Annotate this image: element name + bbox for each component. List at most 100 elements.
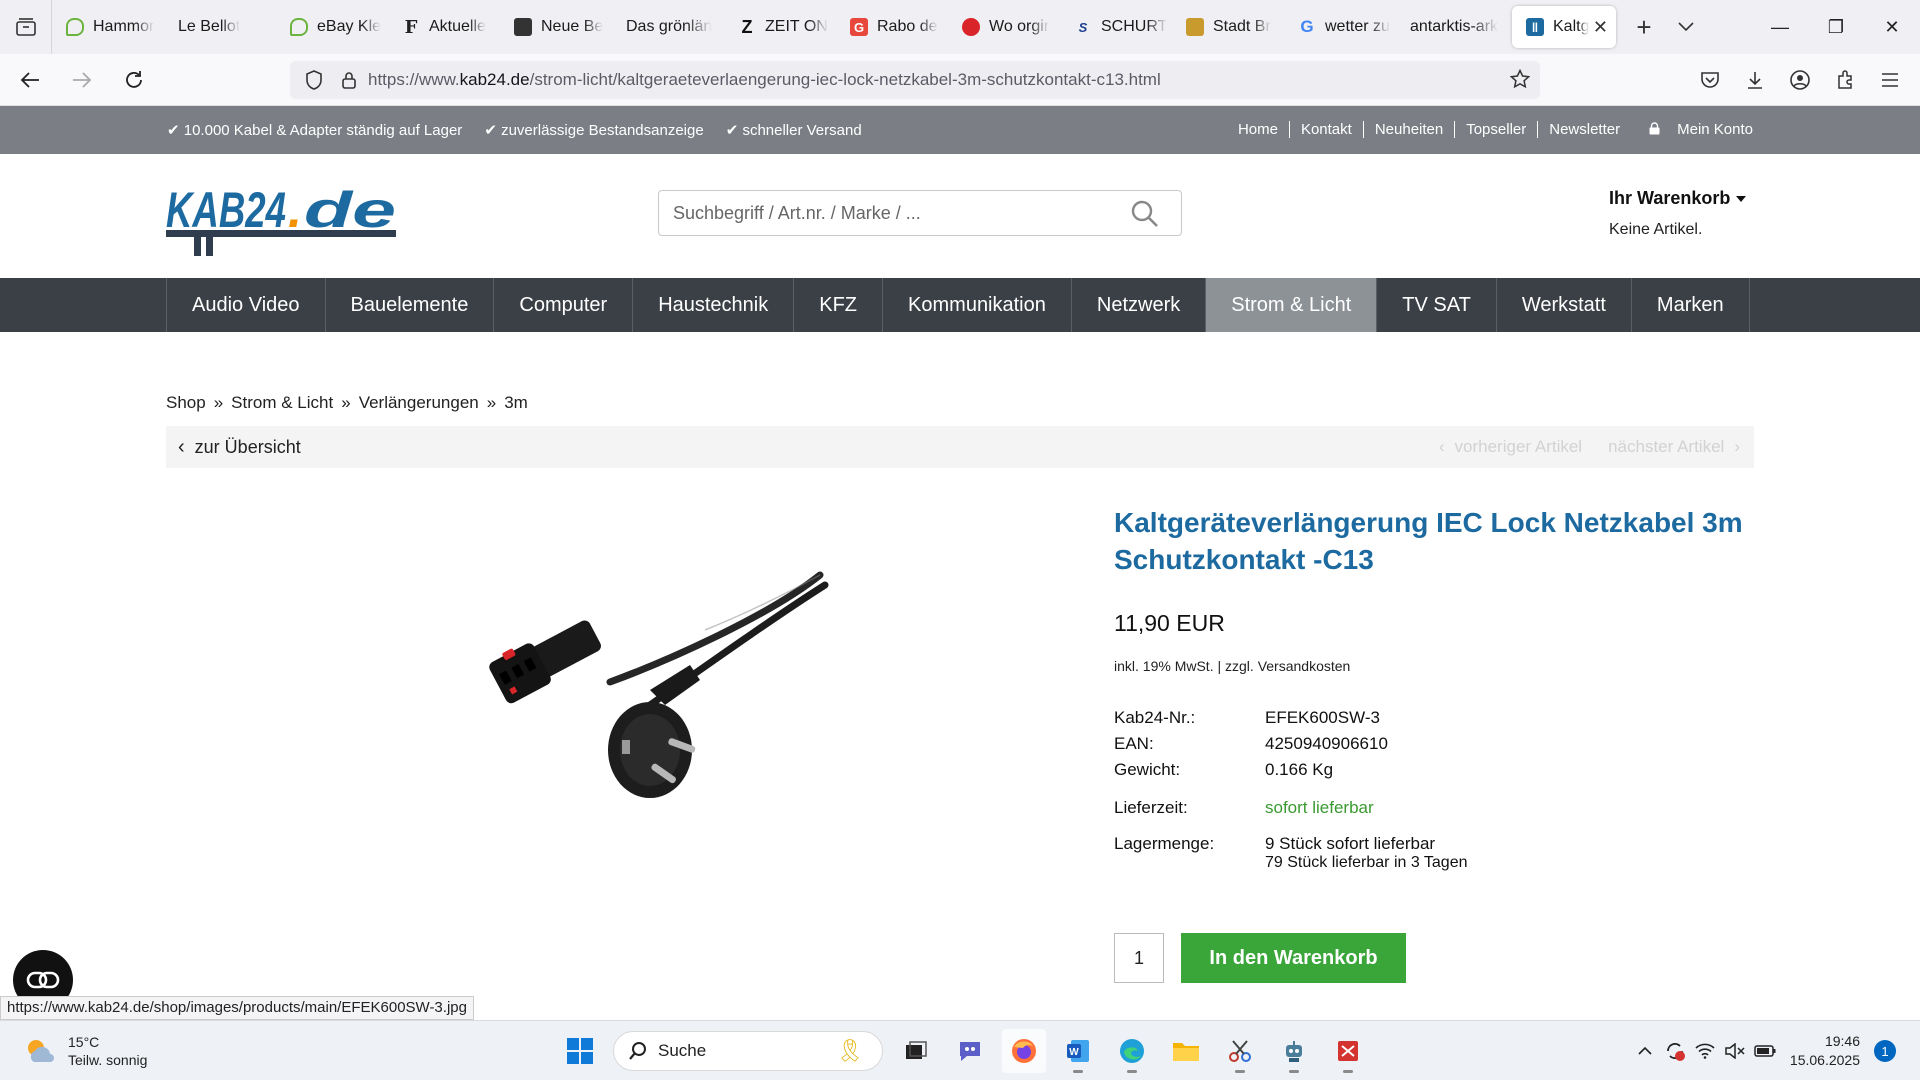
category-kommunikation[interactable]: Kommunikation	[883, 278, 1072, 332]
svg-text:.: .	[288, 182, 302, 238]
product-image[interactable]	[470, 570, 830, 810]
usp-item: zuverlässige Bestandsanzeige	[484, 121, 704, 139]
category-computer[interactable]: Computer	[494, 278, 634, 332]
back-arrow-icon[interactable]	[8, 60, 52, 100]
restore-icon[interactable]: ❐	[1808, 0, 1864, 54]
minimize-icon[interactable]: —	[1752, 0, 1808, 54]
kab24-logo[interactable]: KAB24 . de	[166, 180, 398, 260]
link-newsletter[interactable]: Newsletter	[1538, 121, 1631, 138]
cart-title[interactable]: Ihr Warenkorb	[1609, 188, 1747, 209]
robot-app-icon[interactable]	[1272, 1029, 1316, 1073]
breadcrumb-shop[interactable]: Shop	[166, 393, 206, 413]
tab-label: Neue Be	[541, 18, 604, 35]
clock-date: 15.06.2025	[1789, 1052, 1860, 1068]
breadcrumb-strom-licht[interactable]: Strom & Licht	[231, 393, 333, 413]
category-audio-video[interactable]: Audio Video	[167, 278, 326, 332]
lock-icon[interactable]	[334, 71, 364, 89]
reload-icon[interactable]	[112, 60, 156, 100]
mini-cart[interactable]: Ihr Warenkorb Keine Artikel.	[1609, 188, 1747, 239]
extensions-icon[interactable]	[1822, 60, 1867, 100]
menu-icon[interactable]	[1867, 60, 1912, 100]
weather-widget[interactable]: 15°C Teilw. sonnig	[24, 1033, 147, 1069]
search-icon[interactable]	[1131, 200, 1159, 233]
close-window-icon[interactable]: ✕	[1864, 0, 1920, 54]
tab-10[interactable]: Stadt Br	[1172, 6, 1284, 48]
category-strom-licht[interactable]: Strom & Licht	[1206, 278, 1378, 332]
tab-6[interactable]: Z ZEIT ON	[724, 6, 836, 48]
tab-label: eBay Kle	[317, 18, 382, 35]
tab-label: Wo orgir	[989, 18, 1050, 35]
notification-badge[interactable]: 1	[1874, 1040, 1896, 1062]
tab-11[interactable]: Gwetter zu	[1284, 6, 1396, 48]
link-topseller[interactable]: Topseller	[1455, 121, 1539, 138]
caret-down-icon	[1736, 196, 1747, 203]
link-neuheiten[interactable]: Neuheiten	[1364, 121, 1456, 138]
sync-alert-icon[interactable]	[1660, 1031, 1690, 1071]
tab-1[interactable]: Le Bellot	[164, 6, 276, 48]
word-icon[interactable]: W	[1056, 1029, 1100, 1073]
tracking-shield-icon[interactable]	[294, 70, 334, 90]
taskbar-search[interactable]: Suche 🎗	[613, 1031, 883, 1071]
tab-5[interactable]: Das grönlän	[612, 6, 724, 48]
tab-active[interactable]: ‖ Kaltg ✕	[1512, 6, 1616, 48]
search-input[interactable]	[673, 191, 1113, 235]
add-to-cart-button[interactable]: In den Warenkorb	[1181, 933, 1406, 983]
edge-icon[interactable]	[1110, 1029, 1154, 1073]
partly-sunny-icon	[28, 1040, 54, 1062]
task-view-icon[interactable]	[894, 1029, 938, 1073]
category-marken[interactable]: Marken	[1632, 278, 1750, 332]
article-number: EFEK600SW-3	[1265, 708, 1380, 727]
link-kontakt[interactable]: Kontakt	[1290, 121, 1364, 138]
close-tab-icon[interactable]: ✕	[1593, 17, 1608, 38]
link-account[interactable]: Mein Konto	[1631, 121, 1753, 138]
tab-label: antarktis-ark	[1410, 18, 1499, 35]
category-netzwerk[interactable]: Netzwerk	[1072, 278, 1207, 332]
awareness-ribbon-icon: 🎗	[836, 1038, 864, 1063]
windows-start-icon[interactable]	[558, 1029, 602, 1073]
tab-0[interactable]: Hammor	[52, 6, 164, 48]
chevron-down-icon[interactable]	[1666, 0, 1706, 54]
battery-icon[interactable]	[1750, 1031, 1780, 1071]
quantity-input[interactable]	[1114, 933, 1164, 983]
pdf-app-icon[interactable]	[1326, 1029, 1370, 1073]
previous-article-link[interactable]: ‹ vorheriger Artikel	[1439, 437, 1582, 457]
firefox-icon[interactable]	[1002, 1029, 1046, 1073]
back-to-overview-link[interactable]: zur Übersicht	[178, 436, 301, 459]
tab-3[interactable]: F Aktuelle	[388, 6, 500, 48]
category-bauelemente[interactable]: Bauelemente	[326, 278, 495, 332]
next-article-link[interactable]: nächster Artikel ›	[1608, 437, 1740, 457]
shipping-cost-link[interactable]: zzgl. Versandkosten	[1225, 658, 1350, 674]
bookmark-star-icon[interactable]	[1509, 68, 1531, 94]
tab-2[interactable]: eBay Kle	[276, 6, 388, 48]
teams-chat-icon[interactable]	[948, 1029, 992, 1073]
pocket-icon[interactable]	[1687, 60, 1732, 100]
forward-arrow-icon[interactable]	[60, 60, 104, 100]
chevron-up-icon[interactable]	[1630, 1031, 1660, 1071]
delivery-row: Lieferzeit: sofort lieferbar	[1114, 798, 1468, 828]
category-tv-sat[interactable]: TV SAT	[1377, 278, 1497, 332]
new-tab-icon[interactable]: +	[1622, 0, 1666, 54]
snipping-tool-icon[interactable]	[1218, 1029, 1262, 1073]
tab-label: wetter zu	[1325, 18, 1390, 35]
breadcrumb-3m[interactable]: 3m	[504, 393, 528, 413]
download-icon[interactable]	[1732, 60, 1777, 100]
category-haustechnik[interactable]: Haustechnik	[633, 278, 795, 332]
tab-12[interactable]: antarktis-ark	[1396, 6, 1508, 48]
stock-row: Lagermenge: 9 Stück sofort lieferbar 79 …	[1114, 834, 1468, 871]
account-icon[interactable]	[1777, 60, 1822, 100]
file-explorer-icon[interactable]	[1164, 1029, 1208, 1073]
clock[interactable]: 19:46 15.06.2025	[1790, 1032, 1860, 1070]
tab-8[interactable]: Wo orgir	[948, 6, 1060, 48]
link-home[interactable]: Home	[1227, 121, 1290, 138]
category-werkstatt[interactable]: Werkstatt	[1497, 278, 1632, 332]
tab-list-icon[interactable]	[0, 0, 52, 54]
speaker-muted-icon[interactable]	[1720, 1031, 1750, 1071]
tab-7[interactable]: G Rabo de	[836, 6, 948, 48]
category-kfz[interactable]: KFZ	[794, 278, 884, 332]
address-bar[interactable]: https://www.kab24.de/strom-licht/kaltger…	[290, 61, 1540, 99]
tab-4[interactable]: Neue Be	[500, 6, 612, 48]
tab-9[interactable]: S SCHURT	[1060, 6, 1172, 48]
wifi-icon[interactable]	[1690, 1031, 1720, 1071]
breadcrumb-verlaengerungen[interactable]: Verlängerungen	[359, 393, 479, 413]
usp-list: 10.000 Kabel & Adapter ständig auf Lager…	[167, 121, 862, 139]
